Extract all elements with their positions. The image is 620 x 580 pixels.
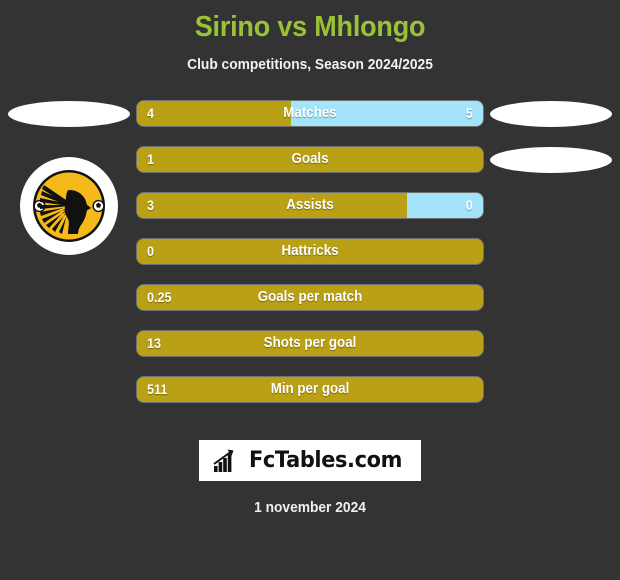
snapshot-date: 1 november 2024 bbox=[254, 500, 366, 516]
stat-value-home: 3 bbox=[147, 197, 155, 213]
stat-value-home: 0.25 bbox=[147, 289, 172, 305]
bar-segment-home bbox=[137, 147, 483, 172]
kaizer-chiefs-crest: KAIZER CHIEFS bbox=[20, 157, 118, 255]
stat-row-hattricks: 0 Hattricks bbox=[137, 239, 483, 264]
stat-row-matches: 4 Matches 5 bbox=[137, 101, 483, 126]
stat-row-goals: 1 Goals bbox=[137, 147, 483, 172]
bar-segment-home bbox=[137, 377, 483, 402]
footer: FcTables.com 1 november 2024 bbox=[0, 440, 620, 516]
away-crest-column bbox=[483, 95, 620, 425]
away-crest-placeholder-top bbox=[490, 101, 612, 127]
bar-track: 13 Shots per goal bbox=[137, 331, 483, 356]
bar-track: 1 Goals bbox=[137, 147, 483, 172]
bar-track: 0.25 Goals per match bbox=[137, 285, 483, 310]
stat-value-home: 4 bbox=[147, 105, 155, 121]
stat-value-home: 511 bbox=[147, 381, 168, 397]
bar-segment-away bbox=[290, 101, 483, 126]
stat-row-goals-per-match: 0.25 Goals per match bbox=[137, 285, 483, 310]
bar-segment-home bbox=[137, 285, 483, 310]
home-crest-placeholder-top bbox=[8, 101, 130, 127]
page-title: Sirino vs Mhlongo bbox=[194, 11, 426, 43]
stat-bars: 4 Matches 5 1 Goals 3 Assists 0 0 Hattri… bbox=[137, 95, 483, 425]
stat-row-assists: 3 Assists 0 bbox=[137, 193, 483, 218]
bar-track: 3 Assists 0 bbox=[137, 193, 483, 218]
stat-row-min-per-goal: 511 Min per goal bbox=[137, 377, 483, 402]
bar-track: 0 Hattricks bbox=[137, 239, 483, 264]
stat-value-away: 0 bbox=[465, 197, 473, 213]
bar-chart-icon bbox=[213, 449, 234, 472]
fctables-logo[interactable]: FcTables.com bbox=[199, 440, 421, 481]
stat-value-home: 13 bbox=[147, 335, 162, 351]
crest-bottom-text: CHIEFS bbox=[20, 157, 69, 160]
stat-value-home: 1 bbox=[147, 151, 155, 167]
crest-artwork: KAIZER CHIEFS bbox=[20, 157, 105, 242]
bar-segment-home bbox=[137, 101, 291, 126]
bar-track: 4 Matches 5 bbox=[137, 101, 483, 126]
comparison-board: KAIZER CHIEFS 4 Matches 5 1 Goals bbox=[0, 95, 620, 425]
header: Sirino vs Mhlongo Club competitions, Sea… bbox=[0, 0, 620, 73]
stat-value-home: 0 bbox=[147, 243, 155, 259]
bar-segment-home bbox=[137, 331, 483, 356]
bar-segment-home bbox=[137, 239, 483, 264]
stat-row-shots-per-goal: 13 Shots per goal bbox=[137, 331, 483, 356]
bar-track: 511 Min per goal bbox=[137, 377, 483, 402]
page-subtitle: Club competitions, Season 2024/2025 bbox=[187, 57, 433, 73]
brand-text: FcTables.com bbox=[249, 448, 403, 473]
stat-value-away: 5 bbox=[465, 105, 473, 121]
bar-segment-home bbox=[137, 193, 407, 218]
home-crest-column: KAIZER CHIEFS bbox=[0, 95, 137, 425]
away-crest-placeholder-bottom bbox=[490, 147, 612, 173]
